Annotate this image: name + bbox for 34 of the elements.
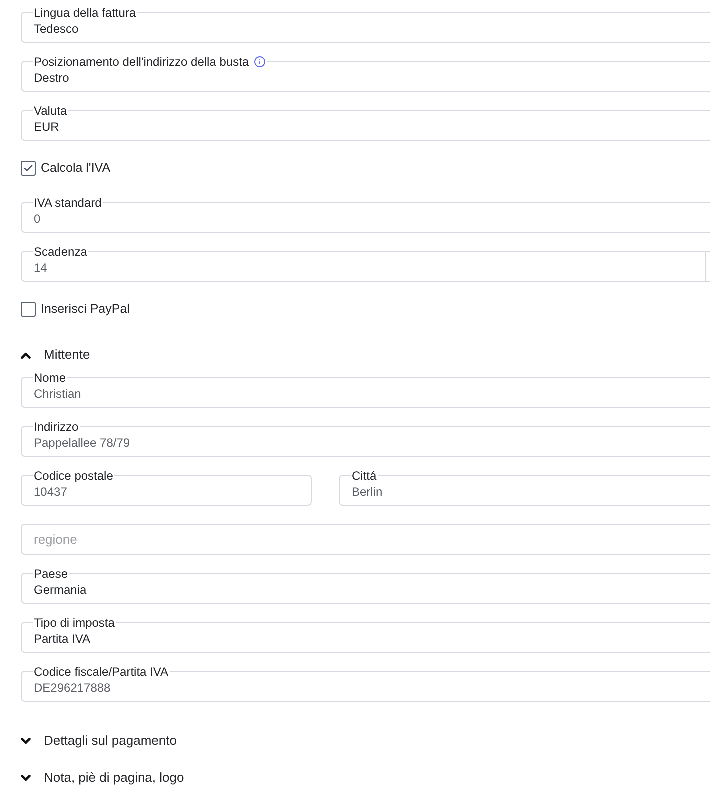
field-label: Indirizzo — [34, 421, 79, 433]
field-label: Paese — [34, 568, 68, 580]
input-field[interactable]: Codice postale 10437 — [21, 468, 312, 506]
chevron-up-icon — [21, 352, 31, 358]
input-field[interactable]: Codice fiscale/Partita IVA DE296217888 — [21, 664, 710, 702]
chevron-down-icon — [21, 738, 31, 744]
chevron-down-icon — [21, 774, 31, 782]
select-field[interactable]: Lingua della fattura Tedesco — [21, 5, 710, 43]
checkbox-label[interactable]: Calcola l'IVA — [41, 160, 111, 176]
field-label: Nome — [34, 372, 66, 384]
field-label: Tipo di imposta — [34, 617, 115, 629]
field-label: Codice fiscale/Partita IVA — [34, 666, 169, 678]
select-field[interactable]: Valuta EUR — [21, 103, 710, 141]
select-field[interactable]: Tipo di imposta Partita IVA — [21, 615, 710, 653]
field-label: Valuta — [34, 105, 68, 117]
section-header[interactable]: Dettagli sul pagamento — [21, 731, 177, 751]
check-icon — [23, 162, 34, 174]
section-header[interactable]: Mittente — [21, 345, 90, 365]
checkbox[interactable] — [21, 160, 36, 176]
input-field[interactable]: Cittá Berlin — [339, 468, 710, 506]
field-label: Scadenza — [34, 246, 88, 258]
input-field[interactable]: IVA standard 0 — [21, 195, 710, 233]
field-label: Cittá — [352, 470, 377, 482]
field-label: Codice postale — [34, 470, 114, 482]
checkbox-label[interactable]: Inserisci PayPal — [41, 301, 130, 317]
input-field[interactable]: Indirizzo Pappelallee 78/79 — [21, 419, 710, 457]
section-header[interactable]: Nota, piè di pagina, logo — [21, 768, 184, 788]
field-label: Lingua della fattura — [34, 7, 136, 19]
field-label: IVA standard — [34, 197, 102, 209]
select-field[interactable]: Posizionamento dell'indirizzo della busta Destro — [21, 54, 710, 92]
input-field[interactable]: Scadenza 14 — [21, 244, 710, 282]
field-label: Posizionamento dell'indirizzo della busta — [34, 56, 250, 68]
checkbox[interactable] — [21, 302, 36, 316]
info-icon[interactable] — [254, 56, 266, 68]
